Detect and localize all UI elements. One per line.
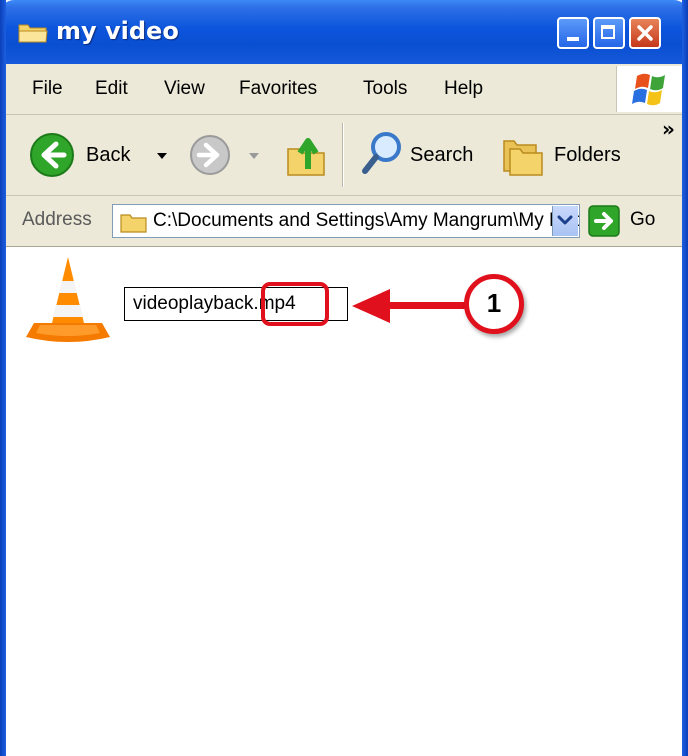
windows-flag-icon [632,73,665,106]
address-field[interactable]: C:\Documents and Settings\Amy Mangrum\My… [112,204,580,238]
search-icon [362,132,401,174]
close-button[interactable] [629,17,661,49]
back-arrow-icon [30,133,74,177]
search-button[interactable]: Search [360,129,485,181]
toolbar-separator [342,123,343,187]
up-folder-icon [287,138,325,176]
menu-view[interactable]: View [164,78,205,100]
callout-number: 1 [486,288,502,318]
menu-bar: File Edit View Favorites Tools Help [6,64,683,115]
folder-icon [18,24,48,43]
vlc-cone-icon[interactable] [26,253,110,345]
forward-arrow-icon [190,135,230,175]
folder-icon [120,214,147,233]
address-path: C:\Documents and Settings\Amy Mangrum\My… [153,210,579,231]
go-label: Go [630,209,656,230]
title-bar[interactable]: my video [0,0,688,64]
menu-tools[interactable]: Tools [363,78,407,100]
minimize-button[interactable] [557,17,589,49]
up-folder-button[interactable] [284,131,330,179]
menu-help[interactable]: Help [444,78,483,100]
windows-logo [616,66,683,112]
go-arrow-icon [588,205,620,237]
file-list-pane[interactable]: videoplayback.mp4 1 [6,247,682,756]
back-label: Back [86,144,131,166]
close-icon [637,25,653,41]
menu-file[interactable]: File [32,78,63,100]
folders-label: Folders [554,144,621,166]
toolbar-overflow-chevron[interactable]: » [662,117,675,141]
maximize-button[interactable] [593,17,625,49]
search-label: Search [410,144,474,166]
extension-highlight-annotation [261,282,329,326]
annotation-arrow-line [386,302,470,309]
forward-button[interactable] [188,133,268,179]
address-dropdown-button[interactable] [552,206,578,236]
forward-dropdown-icon [249,153,259,159]
address-label: Address [22,209,92,230]
explorer-window: my video File Edit View Favorites Tools … [0,0,688,756]
folders-icon [503,140,543,176]
chevron-down-icon [557,215,573,225]
back-dropdown-icon [157,153,167,159]
menu-edit[interactable]: Edit [95,78,128,100]
folders-button[interactable]: Folders [500,129,630,181]
step-callout: 1 [464,274,524,334]
address-bar: Address C:\Documents and Settings\Amy Ma… [6,196,682,247]
window-title: my video [56,17,179,45]
back-button[interactable]: Back [28,131,178,181]
toolbar: Back Search Folders » [6,115,682,196]
menu-favorites[interactable]: Favorites [239,78,317,100]
